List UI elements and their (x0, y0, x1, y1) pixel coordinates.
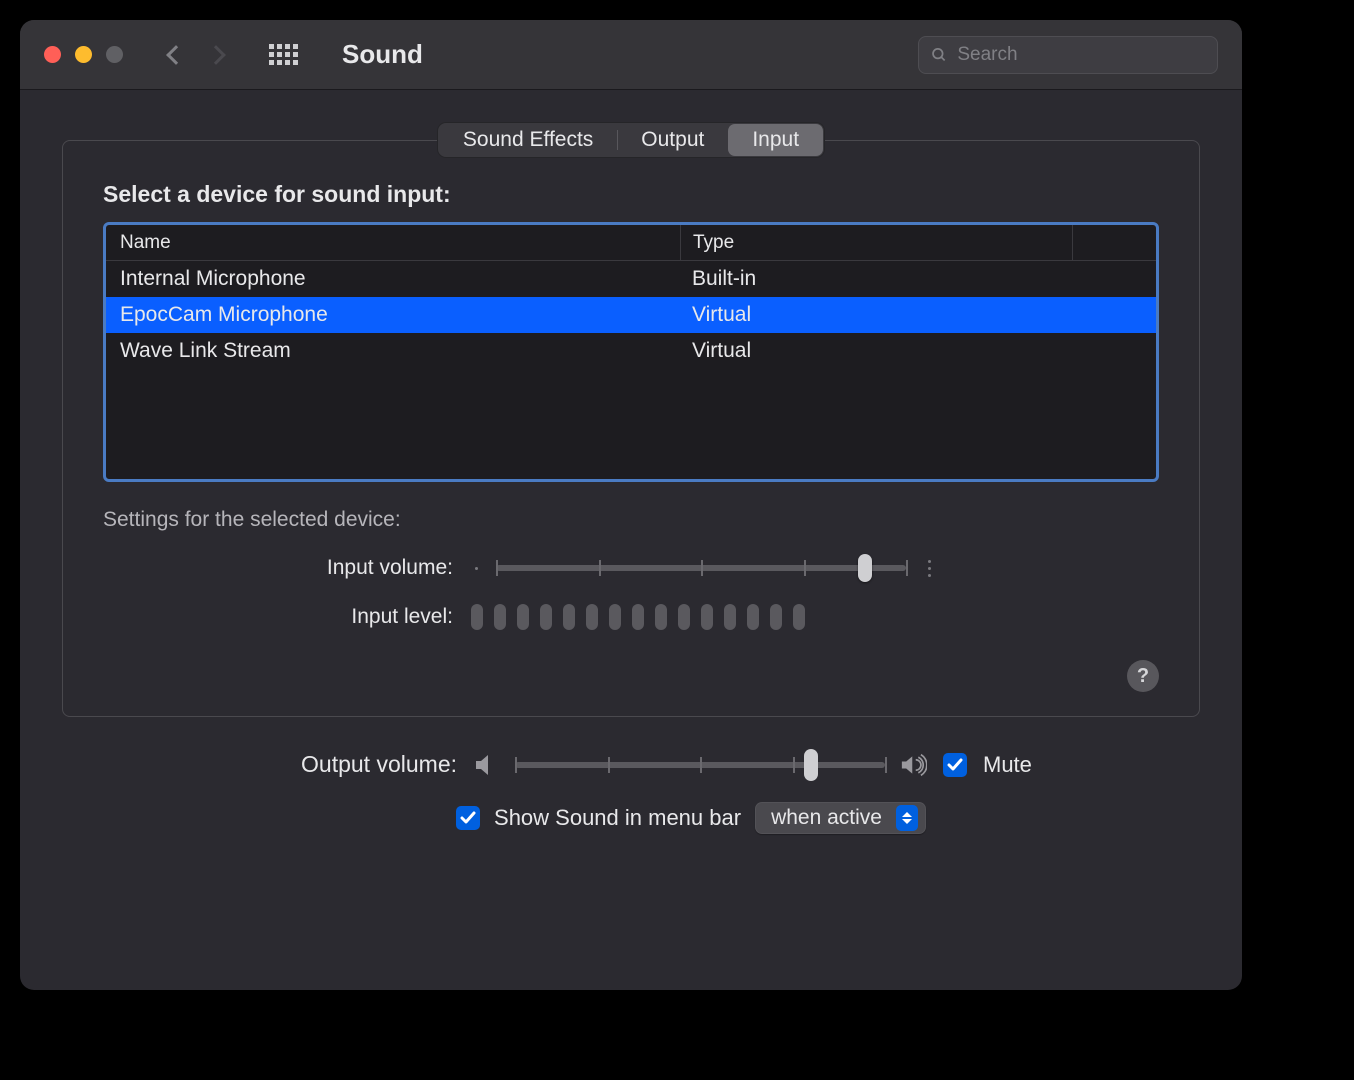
slider-thumb[interactable] (858, 554, 872, 582)
global-controls: Output volume: Mute (62, 751, 1200, 834)
device-name: Wave Link Stream (120, 339, 680, 363)
minimize-icon[interactable] (75, 46, 92, 63)
zoom-icon (106, 46, 123, 63)
device-type: Virtual (680, 297, 1142, 333)
menubar-mode-value: when active (771, 806, 882, 830)
menubar-mode-popup[interactable]: when active (755, 802, 926, 834)
device-row[interactable]: Internal Microphone Built-in (106, 261, 1156, 297)
input-level-meter (471, 604, 805, 630)
tab-sound-effects[interactable]: Sound Effects (439, 124, 617, 156)
device-name: EpocCam Microphone (120, 303, 680, 327)
search-input[interactable] (955, 43, 1205, 67)
device-type: Built-in (680, 261, 1142, 297)
help-button[interactable]: ? (1127, 660, 1159, 692)
microphone-low-icon (471, 567, 478, 570)
close-icon[interactable] (44, 46, 61, 63)
tab-input[interactable]: Input (728, 124, 823, 156)
speaker-loud-icon (901, 752, 927, 778)
show-all-button[interactable] (269, 44, 298, 65)
device-type: Virtual (680, 333, 1142, 369)
input-volume-label: Input volume: (103, 556, 453, 580)
toolbar: Sound (20, 20, 1242, 90)
window-title: Sound (342, 39, 423, 70)
magnifying-glass-icon (931, 46, 947, 64)
tab-bar: Sound Effects Output Input (437, 122, 825, 158)
search-field[interactable] (918, 36, 1218, 74)
select-device-label: Select a device for sound input: (103, 181, 1159, 208)
output-volume-label: Output volume: (62, 751, 457, 778)
column-type[interactable]: Type (680, 225, 1072, 260)
input-panel: Select a device for sound input: Name Ty… (62, 140, 1200, 717)
show-in-menubar-label: Show Sound in menu bar (494, 805, 741, 831)
input-level-label: Input level: (103, 605, 453, 629)
settings-label: Settings for the selected device: (103, 508, 1159, 532)
input-volume-slider[interactable] (496, 565, 906, 571)
microphone-high-icon (924, 560, 931, 577)
window-controls (44, 46, 123, 63)
sound-preferences-window: Sound Sound Effects Output Input Select … (20, 20, 1242, 990)
mute-checkbox[interactable] (943, 753, 967, 777)
show-in-menubar-checkbox[interactable] (456, 806, 480, 830)
back-button[interactable] (166, 45, 186, 65)
nav-buttons (169, 48, 223, 62)
forward-button (206, 45, 226, 65)
output-volume-slider[interactable] (515, 762, 885, 768)
column-spacer (1072, 225, 1142, 260)
content: Sound Effects Output Input Select a devi… (20, 90, 1242, 990)
device-row[interactable]: EpocCam Microphone Virtual (106, 297, 1156, 333)
speaker-mute-icon (473, 752, 499, 778)
popup-stepper-icon (896, 805, 918, 831)
mute-label: Mute (983, 752, 1032, 778)
column-name[interactable]: Name (120, 232, 680, 254)
device-row[interactable]: Wave Link Stream Virtual (106, 333, 1156, 369)
device-list-header: Name Type (106, 225, 1156, 261)
slider-thumb[interactable] (804, 749, 818, 781)
tab-output[interactable]: Output (617, 124, 728, 156)
device-list[interactable]: Name Type Internal Microphone Built-in E… (103, 222, 1159, 482)
device-name: Internal Microphone (120, 267, 680, 291)
